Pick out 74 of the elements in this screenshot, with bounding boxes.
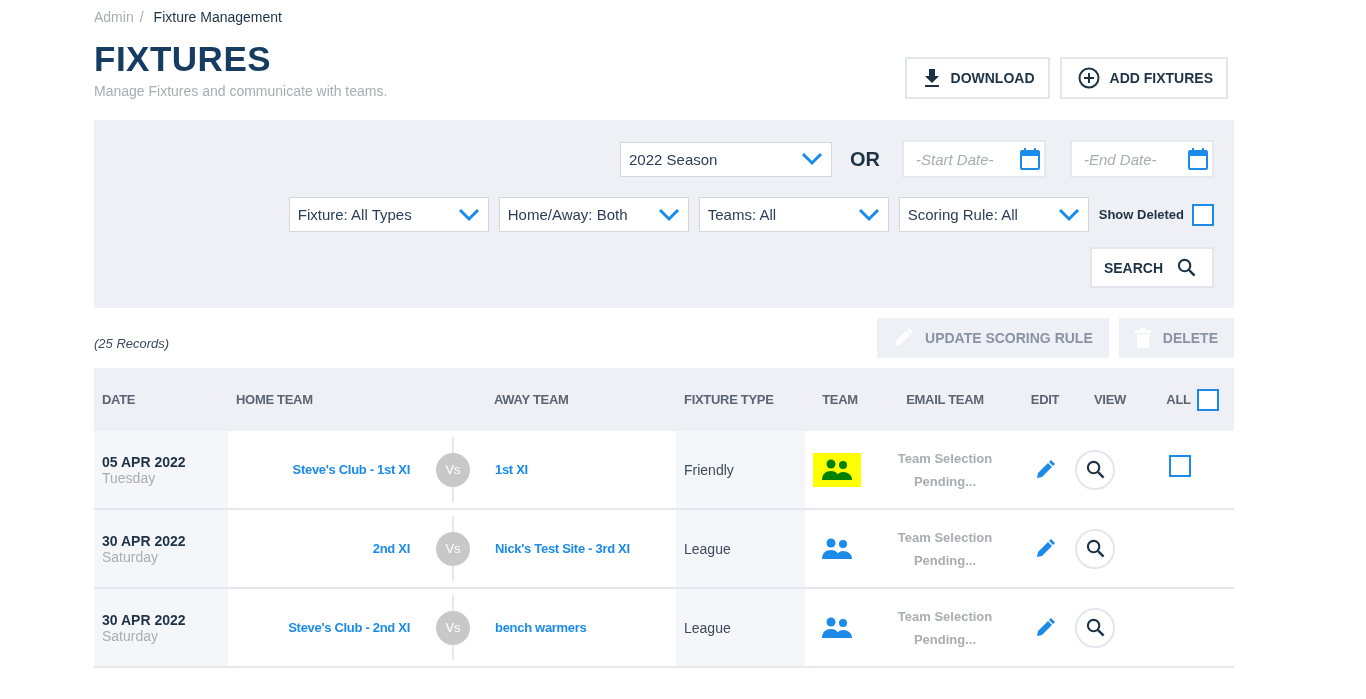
end-date-field[interactable]: -End Date- [1070, 140, 1214, 178]
away-team-link[interactable]: Nick's Test Site - 3rd XI [495, 541, 630, 556]
select-all-checkbox[interactable] [1196, 388, 1219, 411]
download-icon [922, 69, 941, 87]
date-text: 05 APR 2022 [101, 453, 186, 470]
home-team-link[interactable]: Steve's Club - 2nd XI [288, 620, 410, 635]
people-icon [821, 458, 853, 481]
pencil-icon [1035, 459, 1055, 480]
column-header: VIEW [1093, 392, 1127, 407]
pencil-icon [1035, 538, 1055, 559]
column-header: EMAIL TEAM [905, 392, 985, 407]
add-button[interactable]: ADD FIXTURES [1059, 57, 1228, 99]
calendar-icon [1187, 147, 1209, 171]
view-button[interactable] [1075, 607, 1115, 648]
home-team-link[interactable]: Steve's Club - 1st XI [292, 462, 410, 477]
day-text: Saturday [101, 548, 159, 565]
people-icon [821, 537, 853, 560]
chevron-down-icon [857, 207, 880, 222]
date-text: 30 APR 2022 [101, 532, 186, 549]
edit-button[interactable] [1035, 617, 1055, 638]
plus-circle-icon [1077, 67, 1100, 89]
search-button[interactable]: SEARCH [1089, 247, 1214, 288]
away-team-link[interactable]: bench warmers [495, 620, 587, 635]
email-status-text: Team Selection Pending... [896, 528, 994, 570]
column-header: EDIT [1029, 392, 1061, 407]
column-header: HOME TEAM [235, 392, 314, 407]
filter-dropdown[interactable]: Teams: All [698, 197, 889, 232]
filter-dropdown[interactable]: Scoring Rule: All [898, 197, 1089, 232]
breadcrumb-separator: / [139, 9, 144, 25]
page-title: FIXTURES [94, 39, 273, 79]
page-subtitle: Manage Fixtures and communicate with teams. [94, 83, 388, 99]
date-text: 30 APR 2022 [101, 611, 186, 628]
team-button[interactable] [813, 452, 861, 487]
email-status-text: Team Selection Pending... [896, 449, 994, 491]
calendar-icon [1019, 147, 1041, 171]
column-header: FIXTURE TYPE [683, 392, 775, 407]
filter-dropdown[interactable]: Fixture: All Types [288, 197, 489, 232]
email-status-text: Team Selection Pending... [896, 607, 994, 649]
chevron-down-icon [801, 152, 823, 166]
show-deleted-checkbox[interactable] [1192, 203, 1214, 226]
download-button[interactable]: DOWNLOAD [904, 57, 1050, 99]
column-header: ALL [1166, 392, 1191, 407]
day-text: Saturday [101, 627, 159, 644]
chevron-down-icon [657, 207, 680, 222]
breadcrumb-item: Fixture Management [153, 9, 282, 25]
home-team-link[interactable]: 2nd XI [372, 541, 410, 556]
column-header: TEAM [821, 392, 859, 407]
magnifier-icon [1085, 618, 1105, 637]
filter-dropdown[interactable]: Home/Away: Both [498, 197, 689, 232]
fixture-type-text: League [683, 540, 731, 557]
people-icon [821, 616, 853, 639]
view-button[interactable] [1075, 449, 1115, 490]
fixture-type-text: Friendly [683, 461, 734, 478]
records-count: (25 Records) [94, 335, 170, 351]
chevron-down-icon [1057, 207, 1080, 222]
start-date-field[interactable]: -Start Date- [902, 140, 1046, 178]
column-header: DATE [101, 392, 137, 407]
search-icon [1177, 258, 1196, 277]
season-dropdown[interactable]: 2022 Season [620, 141, 832, 177]
chevron-down-icon [457, 207, 480, 222]
magnifier-icon [1085, 460, 1105, 479]
view-button[interactable] [1075, 528, 1115, 569]
magnifier-icon [1085, 539, 1105, 558]
row-checkbox[interactable] [1168, 454, 1191, 477]
or-label: OR [850, 147, 880, 171]
day-text: Tuesday [101, 469, 156, 486]
fixture-type-text: League [683, 619, 731, 636]
edit-button[interactable] [1035, 459, 1055, 480]
column-header: AWAY TEAM [493, 392, 570, 407]
away-team-link[interactable]: 1st XI [495, 462, 528, 477]
pencil-icon [1035, 617, 1055, 638]
breadcrumb-item[interactable]: Admin [94, 9, 134, 25]
show-deleted-label: Show Deleted [1098, 207, 1184, 222]
edit-button[interactable] [1035, 538, 1055, 559]
